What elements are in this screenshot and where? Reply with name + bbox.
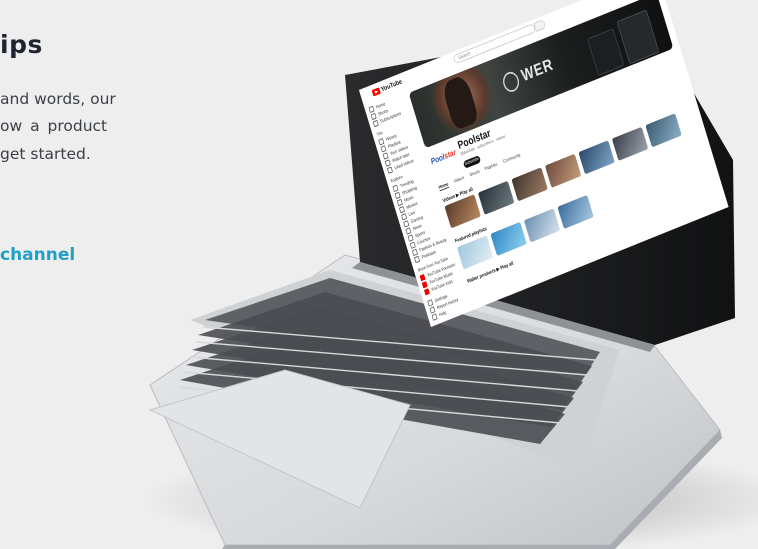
tab-community[interactable]: Community xyxy=(503,153,522,165)
playlist-thumbnail[interactable] xyxy=(490,221,527,256)
channel-logo[interactable]: Poolstar xyxy=(429,145,458,172)
subscriptions-icon xyxy=(372,119,379,128)
video-thumbnail[interactable] xyxy=(645,113,682,148)
trending-icon xyxy=(392,184,399,192)
laptop-illustration: YouTube Search Home Shorts Subscriptions… xyxy=(0,0,758,549)
bag-icon xyxy=(394,191,401,200)
youtube-logo-icon[interactable] xyxy=(371,87,381,97)
clock-icon xyxy=(384,159,391,167)
podcast-icon xyxy=(414,255,421,264)
courses-icon xyxy=(409,241,416,249)
banner-product-image xyxy=(587,28,625,76)
video-icon xyxy=(382,152,389,160)
live-icon xyxy=(401,213,408,221)
video-thumbnail[interactable] xyxy=(611,126,649,161)
history-icon xyxy=(378,138,385,146)
playlist-thumbnail[interactable] xyxy=(523,208,561,243)
banner-product-image xyxy=(616,9,660,65)
like-icon xyxy=(386,166,393,174)
music-icon xyxy=(396,198,403,207)
trophy-icon xyxy=(407,234,414,242)
gaming-icon xyxy=(403,220,410,228)
video-thumbnail[interactable] xyxy=(477,180,515,215)
youtube-premium-icon xyxy=(419,273,426,282)
tab-shorts[interactable]: Shorts xyxy=(469,169,480,178)
gear-icon xyxy=(427,299,434,307)
help-icon xyxy=(431,313,438,321)
tab-videos[interactable]: Videos xyxy=(453,176,465,185)
playlists-icon xyxy=(380,145,387,153)
hanger-icon xyxy=(411,248,418,256)
youtube-kids-icon xyxy=(423,288,430,296)
youtube-music-icon xyxy=(421,281,428,289)
flag-icon xyxy=(429,306,436,314)
channel-tabs: Home Videos Shorts Playlists Community xyxy=(438,153,521,194)
tab-playlists[interactable]: Playlists xyxy=(484,162,498,172)
subscribe-button[interactable]: Subscribe xyxy=(462,155,482,169)
banner-text: WER xyxy=(519,55,556,86)
banner-logo-icon xyxy=(500,69,522,95)
search-icon[interactable] xyxy=(533,19,547,32)
home-icon xyxy=(368,105,375,113)
video-thumbnail[interactable] xyxy=(511,167,548,202)
film-icon xyxy=(398,206,405,214)
shorts-icon xyxy=(370,112,377,121)
video-thumbnail[interactable] xyxy=(578,140,615,175)
playlist-thumbnail[interactable] xyxy=(557,194,594,229)
tab-home[interactable]: Home xyxy=(438,181,450,192)
news-icon xyxy=(405,227,412,235)
video-thumbnail[interactable] xyxy=(544,153,582,188)
